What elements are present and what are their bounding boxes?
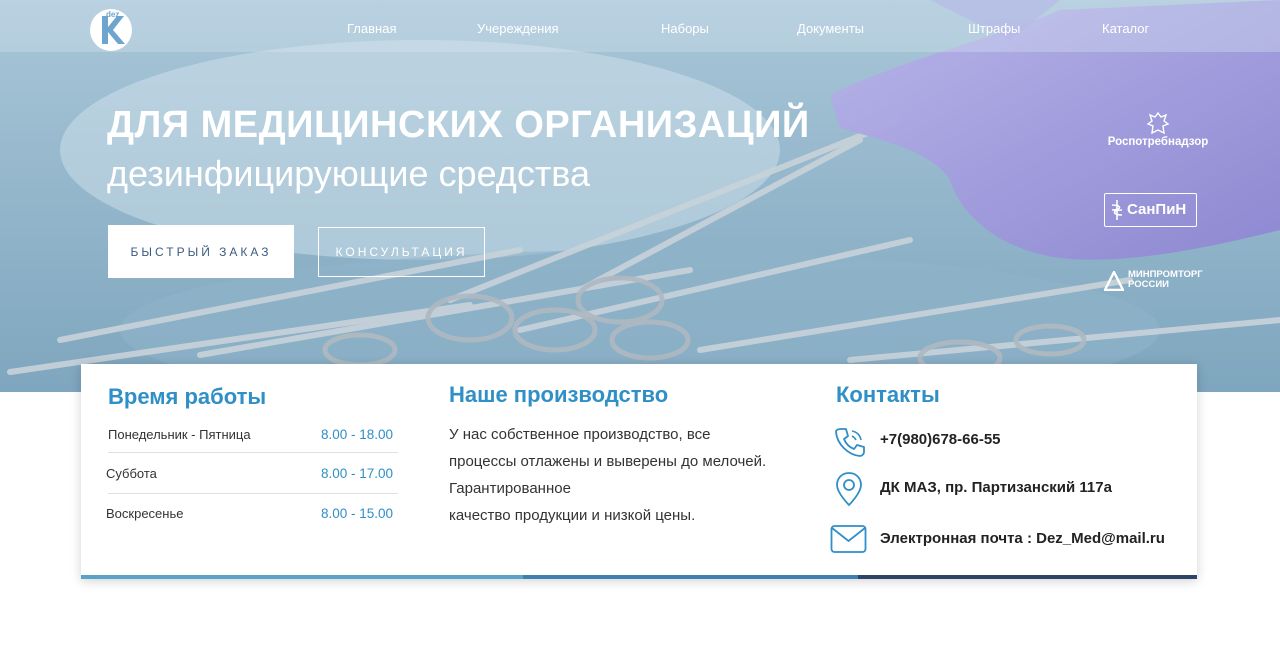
top-navigation-bar bbox=[0, 0, 1280, 52]
sanpin-label: СанПиН bbox=[1127, 201, 1187, 218]
nav-item-kits[interactable]: Наборы bbox=[661, 21, 709, 36]
contact-email[interactable]: Электронная почта : Dez_Med@mail.ru bbox=[880, 530, 1165, 547]
mail-icon bbox=[830, 525, 867, 553]
minpromtorg-logo-icon bbox=[1104, 271, 1124, 291]
production-text-line: процессы отлажены и выверены до мелочей. bbox=[449, 453, 767, 470]
card-accent-bar-mid bbox=[523, 575, 858, 579]
consultation-button[interactable]: КОНСУЛЬТАЦИЯ bbox=[318, 227, 485, 277]
hero-banner: dez Главная Учереждения Наборы Документы… bbox=[0, 0, 1280, 392]
schedule-time-weekdays: 8.00 - 18.00 bbox=[321, 427, 394, 442]
sanpin-badge: СанПиН bbox=[1104, 193, 1197, 227]
schedule-day-weekdays: Понедельник - Пятница bbox=[108, 427, 251, 442]
site-logo[interactable]: dez bbox=[88, 8, 134, 52]
hero-title: ДЛЯ МЕДИЦИНСКИХ ОРГАНИЗАЦИЙ bbox=[107, 104, 810, 146]
schedule-time-saturday: 8.00 - 17.00 bbox=[321, 466, 394, 481]
schedule-time-sunday: 8.00 - 15.00 bbox=[321, 506, 394, 521]
quick-order-button[interactable]: БЫСТРЫЙ ЗАКАЗ bbox=[108, 225, 294, 278]
production-text-line: качество продукции и низкой цены. bbox=[449, 507, 696, 524]
nav-item-catalog[interactable]: Каталог bbox=[1102, 21, 1149, 36]
nav-item-fines[interactable]: Штрафы bbox=[968, 21, 1020, 36]
rospotrebnadzor-label: Роспотребнадзор bbox=[1107, 136, 1209, 148]
schedule-day-saturday: Суббота bbox=[106, 466, 157, 481]
location-pin-icon bbox=[836, 472, 862, 507]
info-card: Время работы Понедельник - Пятница 8.00 … bbox=[81, 364, 1197, 579]
schedule-day-sunday: Воскресенье bbox=[106, 506, 184, 521]
nav-item-home[interactable]: Главная bbox=[347, 21, 396, 36]
caduceus-icon bbox=[1111, 200, 1123, 220]
card-accent-bar-light bbox=[81, 575, 523, 579]
hero-subtitle: дезинфицирующие средства bbox=[107, 153, 591, 194]
production-text-line: У нас собственное производство, все bbox=[449, 426, 711, 443]
production-text-line: Гарантированное bbox=[449, 480, 571, 497]
divider bbox=[108, 452, 398, 453]
nav-item-documents[interactable]: Документы bbox=[797, 21, 864, 36]
hero-background-image bbox=[0, 0, 1280, 392]
emblem-icon bbox=[1146, 112, 1170, 135]
nav-item-institutions[interactable]: Учереждения bbox=[477, 21, 559, 36]
logo-small-text: dez bbox=[106, 10, 120, 19]
minpromtorg-badge: МИНПРОМТОРГ РОССИИ bbox=[1104, 270, 1214, 292]
contacts-title: Контакты bbox=[836, 382, 940, 407]
minpromtorg-label: МИНПРОМТОРГ РОССИИ bbox=[1128, 269, 1203, 290]
phone-icon bbox=[835, 428, 865, 457]
contact-phone[interactable]: +7(980)678-66-55 bbox=[880, 431, 1001, 448]
card-accent-bar-dark bbox=[858, 575, 1197, 579]
contact-address: ДК МАЗ, пр. Партизанский 117а bbox=[880, 479, 1112, 496]
rospotrebnadzor-badge: Роспотребнадзор bbox=[1103, 112, 1213, 152]
divider bbox=[108, 493, 398, 494]
schedule-title: Время работы bbox=[108, 384, 267, 409]
production-title: Наше производство bbox=[449, 382, 669, 407]
